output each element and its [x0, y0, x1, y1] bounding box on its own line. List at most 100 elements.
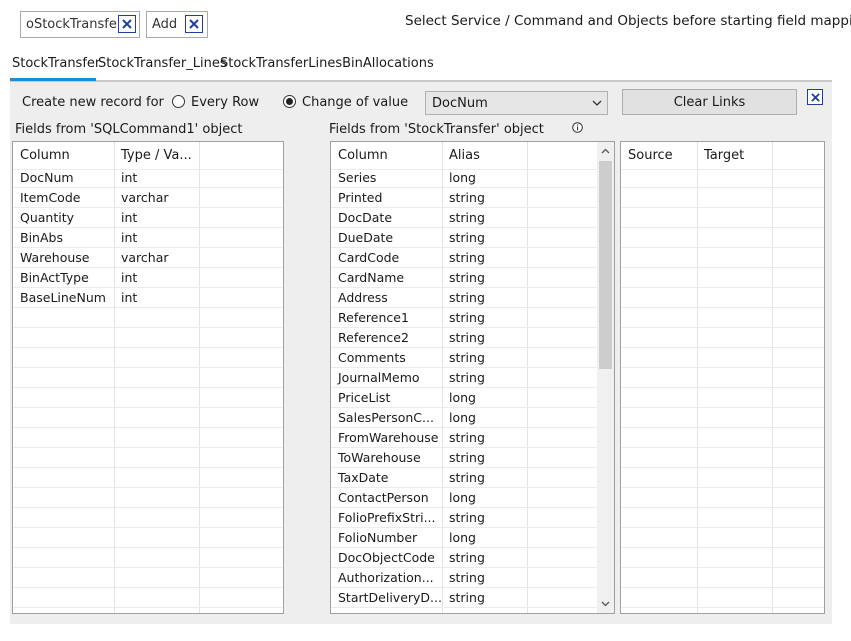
row-type: varchar — [121, 190, 169, 205]
table-row[interactable]: JournalMemo string — [331, 368, 597, 388]
row-column-name: SalesPersonC... — [338, 410, 434, 425]
table-row[interactable]: CardName string — [331, 268, 597, 288]
row-column-name: ItemCode — [20, 190, 81, 205]
row-column-name: DocDate — [338, 210, 393, 225]
header-column[interactable]: Column — [13, 142, 114, 170]
empty-row — [621, 228, 824, 248]
scroll-thumb[interactable] — [599, 161, 612, 369]
remove-object-icon[interactable] — [118, 15, 136, 33]
row-column-name: Series — [338, 170, 377, 185]
empty-row — [13, 608, 283, 613]
empty-row — [13, 588, 283, 608]
table-row[interactable]: Warehouse varchar — [13, 248, 283, 268]
scroll-down-icon[interactable] — [601, 599, 610, 608]
remove-action-icon[interactable] — [185, 15, 203, 33]
table-row[interactable]: Reference2 string — [331, 328, 597, 348]
empty-row — [621, 268, 824, 288]
table-row[interactable]: Series long — [331, 168, 597, 188]
close-icon[interactable] — [807, 89, 823, 105]
row-column-name: Quantity — [20, 210, 75, 225]
empty-row — [13, 308, 283, 328]
row-alias: long — [449, 410, 476, 425]
row-alias: long — [449, 530, 476, 545]
empty-row — [621, 428, 824, 448]
row-alias: string — [449, 470, 485, 485]
table-row[interactable]: ContactPerson long — [331, 488, 597, 508]
row-alias: long — [449, 490, 476, 505]
row-column-name: Comments — [338, 350, 406, 365]
change-of-value-radio[interactable] — [283, 95, 296, 108]
target-panel-title: Fields from 'StockTransfer' object — [329, 122, 544, 137]
table-row[interactable]: PriceList long — [331, 388, 597, 408]
header-source[interactable]: Source — [621, 142, 697, 170]
table-row[interactable]: Reference1 string — [331, 308, 597, 328]
grid-header: Source Target — [621, 142, 824, 170]
row-column-name: Reference1 — [338, 310, 409, 325]
empty-row — [13, 428, 283, 448]
value-field-select[interactable]: DocNum — [425, 91, 608, 115]
source-fields-grid[interactable]: Column Type / Va... DocNum int ItemCode var… — [12, 141, 284, 614]
row-alias: string — [449, 570, 485, 585]
row-column-name: StartDeliveryD... — [338, 590, 442, 605]
table-row[interactable]: FolioPrefixStri... string — [331, 508, 597, 528]
table-row[interactable]: DocDate string — [331, 208, 597, 228]
table-row[interactable]: DueDate string — [331, 228, 597, 248]
table-row[interactable]: StartDeliveryD... string — [331, 588, 597, 608]
table-row[interactable]: FromWarehouse string — [331, 428, 597, 448]
scroll-up-icon[interactable] — [601, 147, 610, 156]
empty-row — [13, 508, 283, 528]
vertical-scrollbar[interactable] — [597, 142, 614, 613]
empty-row — [13, 448, 283, 468]
action-chip-label: Add — [152, 17, 178, 32]
row-alias: string — [449, 310, 485, 325]
header-alias[interactable]: Alias — [442, 142, 527, 170]
every-row-label[interactable]: Every Row — [191, 95, 259, 110]
empty-row — [13, 528, 283, 548]
info-icon[interactable] — [572, 122, 583, 133]
empty-row — [13, 548, 283, 568]
clear-links-button[interactable]: Clear Links — [622, 89, 797, 115]
header-type[interactable]: Type / Va... — [114, 142, 199, 170]
tab-stocktransfer[interactable]: StockTransfer — [12, 56, 100, 71]
table-row[interactable]: Authorization... string — [331, 568, 597, 588]
row-column-name: DocObjectCode — [338, 550, 435, 565]
empty-row — [621, 508, 824, 528]
links-grid[interactable]: Source Target — [620, 141, 825, 614]
tab-bin-allocations[interactable]: StockTransferLinesBinAllocations — [220, 56, 434, 71]
table-row[interactable]: CardCode string — [331, 248, 597, 268]
table-row[interactable]: Address string — [331, 288, 597, 308]
table-row[interactable]: DocObjectCode string — [331, 548, 597, 568]
table-row[interactable]: ItemCode varchar — [13, 188, 283, 208]
table-row[interactable]: BaseLineNum int — [13, 288, 283, 308]
row-alias: string — [449, 290, 485, 305]
row-type: int — [121, 230, 138, 245]
row-alias: string — [449, 330, 485, 345]
table-row[interactable]: SalesPersonC... long — [331, 408, 597, 428]
table-row[interactable]: Comments string — [331, 348, 597, 368]
row-alias: string — [449, 450, 485, 465]
empty-row — [621, 328, 824, 348]
table-row[interactable]: Quantity int — [13, 208, 283, 228]
change-of-value-label[interactable]: Change of value — [302, 95, 408, 110]
table-row[interactable]: Printed string — [331, 188, 597, 208]
row-column-name: BaseLineNum — [20, 290, 106, 305]
empty-row — [13, 328, 283, 348]
table-row[interactable]: BinActType int — [13, 268, 283, 288]
row-type: int — [121, 270, 138, 285]
row-alias: string — [449, 270, 485, 285]
empty-row — [621, 408, 824, 428]
table-row[interactable]: TaxDate string — [331, 468, 597, 488]
table-row[interactable]: ToWarehouse string — [331, 448, 597, 468]
table-row[interactable]: FolioNumber long — [331, 528, 597, 548]
empty-row — [621, 308, 824, 328]
header-target[interactable]: Target — [697, 142, 772, 170]
table-row[interactable]: BinAbs int — [13, 228, 283, 248]
table-row[interactable]: DocNum int — [13, 168, 283, 188]
object-chip[interactable]: oStockTransfer — [20, 11, 140, 38]
target-fields-grid[interactable]: Column Alias Series long Printed string DocD… — [330, 141, 615, 614]
action-chip[interactable]: Add — [146, 11, 208, 38]
every-row-radio[interactable] — [172, 95, 185, 108]
tab-stocktransfer-lines[interactable]: StockTransfer_Lines — [98, 56, 227, 71]
header-column[interactable]: Column — [331, 142, 442, 170]
row-alias: string — [449, 370, 485, 385]
